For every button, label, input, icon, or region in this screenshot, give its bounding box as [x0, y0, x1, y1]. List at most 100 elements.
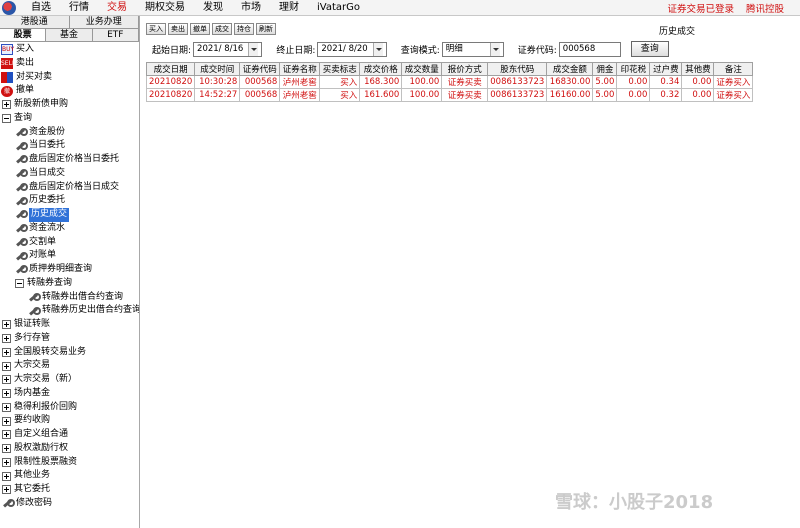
toolbar-sell-button[interactable]: 卖出 [168, 23, 188, 35]
tree-item[interactable]: BUY 买入 [0, 43, 139, 57]
collapse-icon[interactable] [2, 114, 11, 124]
expand-icon[interactable] [2, 471, 11, 481]
tree-item[interactable]: 历史委托 [0, 194, 139, 208]
expand-icon[interactable] [2, 444, 11, 454]
tab-yewubanli[interactable]: 业务办理 [69, 16, 139, 28]
tree-item[interactable]: 其他业务 [0, 469, 139, 483]
tree-item[interactable]: 多行存管 [0, 332, 139, 346]
tree-item[interactable]: 历史成交 [0, 208, 139, 222]
expand-icon[interactable] [2, 347, 11, 357]
column-header[interactable]: 成交日期 [145, 62, 196, 76]
start-date-picker[interactable]: 2021/ 8/16 [193, 41, 263, 57]
query-mode-select[interactable]: 明细 [441, 41, 504, 57]
tree-item[interactable]: 要约收购 [0, 414, 139, 428]
column-header[interactable]: 过户费 [649, 62, 683, 76]
cancel-order-icon: 撤 [1, 85, 13, 97]
tencent-quote-text[interactable]: 腾讯控股 [746, 1, 784, 15]
table-row[interactable]: 20210820 14:52:27 000568 泸州老窖 买入 161.600 100.0… [145, 88, 754, 102]
tree-item[interactable]: 盘后固定价格当日成交 [0, 181, 139, 195]
tree-item[interactable]: 大宗交易 [0, 359, 139, 373]
tree-item[interactable]: 资金股份 [0, 126, 139, 140]
collapse-icon[interactable] [15, 279, 24, 289]
toolbar-deals-button[interactable]: 成交 [212, 23, 232, 35]
column-header[interactable]: 成交价格 [359, 62, 403, 76]
query-filter-bar: 起始日期: 2021/ 8/16 终止日期: 2021/ 8/20 查询模式: … [146, 40, 800, 58]
tree-item[interactable]: 限制性股票融资 [0, 456, 139, 470]
expand-icon[interactable] [2, 457, 11, 467]
expand-icon[interactable] [2, 485, 11, 495]
expand-icon[interactable] [2, 100, 11, 110]
tree-item[interactable]: 股权激励行权 [0, 442, 139, 456]
table-cell: 000568 [239, 88, 281, 102]
column-header[interactable]: 其他费 [681, 62, 715, 76]
menu-shichang[interactable]: 市场 [232, 0, 270, 16]
tree-item[interactable]: 当日委托 [0, 139, 139, 153]
tree-item[interactable]: 自定义组合通 [0, 428, 139, 442]
tree-item[interactable]: 大宗交易（新） [0, 373, 139, 387]
toolbar-cancel-button[interactable]: 撤单 [190, 23, 210, 35]
menu-jiaoyi[interactable]: 交易 [98, 0, 136, 16]
column-header[interactable]: 股东代码 [487, 62, 548, 76]
chevron-down-icon[interactable] [489, 42, 500, 56]
tree-item[interactable]: 其它委托 [0, 483, 139, 497]
tree-item[interactable]: 场内基金 [0, 387, 139, 401]
tab-etf[interactable]: ETF [92, 29, 139, 41]
table-row[interactable]: 20210820 10:30:28 000568 泸州老窖 买入 168.300 100.0… [145, 75, 754, 89]
tree-item[interactable]: 转融券出借合约查询 [0, 291, 139, 305]
column-header[interactable]: 佣金 [592, 62, 618, 76]
chevron-down-icon[interactable] [372, 42, 383, 56]
toolbar-buy-button[interactable]: 买入 [146, 23, 166, 35]
column-header[interactable]: 证券代码 [239, 62, 281, 76]
tree-item[interactable]: 撤撤单 [0, 84, 139, 98]
column-header[interactable]: 证券名称 [279, 62, 321, 76]
tab-jijin[interactable]: 基金 [46, 29, 93, 41]
tree-item[interactable]: 新股新债申购 [0, 98, 139, 112]
expand-icon[interactable] [2, 320, 11, 330]
column-header[interactable]: 报价方式 [441, 62, 489, 76]
menu-zixuan[interactable]: 自选 [22, 0, 60, 16]
login-status-text[interactable]: 证券交易已登录 [667, 1, 734, 15]
tree-item[interactable]: 交割单 [0, 236, 139, 250]
menu-licai[interactable]: 理财 [270, 0, 308, 16]
tree-item[interactable]: 稳得利报价回购 [0, 401, 139, 415]
menu-hangqing[interactable]: 行情 [60, 0, 98, 16]
column-header[interactable]: 成交时间 [194, 62, 241, 76]
toolbar-holdings-button[interactable]: 持仓 [234, 23, 254, 35]
tree-item-label: 要约收购 [14, 415, 51, 426]
tree-item[interactable]: 资金流水 [0, 222, 139, 236]
tree-item[interactable]: 当日成交 [0, 167, 139, 181]
menu-ivatargo[interactable]: iVatarGo [308, 0, 369, 16]
column-header[interactable]: 成交数量 [401, 62, 443, 76]
security-code-input[interactable]: 000568 [558, 41, 621, 57]
chevron-down-icon[interactable] [248, 42, 259, 56]
tree-item[interactable]: 银证转账 [0, 318, 139, 332]
tree-item[interactable]: 全国股转交易业务 [0, 346, 139, 360]
query-button[interactable]: 查询 [630, 41, 669, 57]
tree-item[interactable]: 转融券历史出借合约查询 [0, 304, 139, 318]
expand-icon[interactable] [2, 430, 11, 440]
expand-icon[interactable] [2, 375, 11, 385]
expand-icon[interactable] [2, 389, 11, 399]
toolbar-refresh-button[interactable]: 刷新 [256, 23, 276, 35]
tab-gupiao[interactable]: 股票 [0, 29, 47, 41]
tree-item[interactable]: 盘后固定价格当日委托 [0, 153, 139, 167]
expand-icon[interactable] [2, 416, 11, 426]
expand-icon[interactable] [2, 334, 11, 344]
expand-icon[interactable] [2, 361, 11, 371]
tree-item[interactable]: 对买对卖 [0, 71, 139, 85]
column-header[interactable]: 买卖标志 [319, 62, 361, 76]
tree-item[interactable]: 转融券查询 [0, 277, 139, 291]
tree-item[interactable]: 查询 [0, 112, 139, 126]
column-header[interactable]: 印花税 [616, 62, 651, 76]
tab-ganggutong[interactable]: 港股通 [0, 16, 70, 28]
tree-item[interactable]: 修改密码 [0, 497, 139, 511]
column-header[interactable]: 成交金额 [546, 62, 594, 76]
expand-icon[interactable] [2, 402, 11, 412]
column-header[interactable]: 备注 [713, 62, 754, 76]
menu-qiquan[interactable]: 期权交易 [136, 0, 194, 16]
menu-faxian[interactable]: 发现 [194, 0, 232, 16]
tree-item[interactable]: SELL 卖出 [0, 57, 139, 71]
tree-item[interactable]: 对账单 [0, 249, 139, 263]
end-date-picker[interactable]: 2021/ 8/20 [317, 41, 387, 57]
tree-item[interactable]: 质押券明细查询 [0, 263, 139, 277]
